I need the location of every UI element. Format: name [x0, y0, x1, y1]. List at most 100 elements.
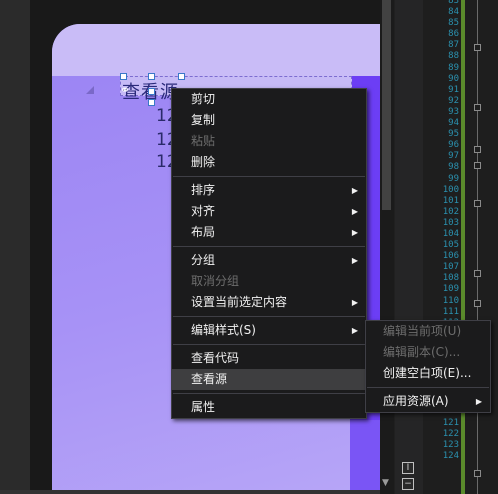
menu-item[interactable]: 复制 [172, 110, 366, 131]
expand-pane-button[interactable]: I [402, 462, 414, 474]
line-number: 121 [442, 417, 459, 428]
line-number: 86 [448, 29, 459, 40]
line-number: 99 [448, 173, 459, 184]
fold-toggle-icon[interactable] [474, 104, 481, 111]
menu-item-label: 对齐 [191, 204, 216, 218]
line-number: 91 [448, 84, 459, 95]
menu-item[interactable]: 删除 [172, 152, 366, 173]
menu-separator [173, 246, 365, 247]
line-number: 90 [448, 73, 459, 84]
line-number: 89 [448, 62, 459, 73]
fold-toggle-icon[interactable] [474, 162, 481, 169]
fold-toggle-icon[interactable] [474, 470, 481, 477]
artboard-header [52, 24, 380, 76]
line-number: 103 [442, 217, 459, 228]
menu-item[interactable]: 布局 ▶ [172, 222, 366, 243]
line-number: 97 [448, 151, 459, 162]
submenu-arrow-icon: ▶ [351, 186, 358, 195]
fold-toggle-icon[interactable] [474, 200, 481, 207]
menu-item[interactable]: 分组 ▶ [172, 250, 366, 271]
line-number: 107 [442, 262, 459, 273]
menu-item-label: 编辑当前项(U) [383, 324, 462, 338]
menu-item[interactable]: 查看代码 [172, 348, 366, 369]
line-number: 85 [448, 18, 459, 29]
submenu-arrow-icon: ▶ [351, 256, 358, 265]
fold-markers [474, 0, 481, 494]
resize-handle[interactable] [148, 73, 155, 80]
menu-item-label: 布局 [191, 225, 216, 239]
menu-separator [367, 387, 489, 388]
menu-item-label: 设置当前选定内容 [191, 295, 288, 309]
line-number: 96 [448, 140, 459, 151]
fold-toggle-icon[interactable] [474, 270, 481, 277]
line-number: 94 [448, 118, 459, 129]
menu-item-label: 剪切 [191, 92, 216, 106]
menu-item-label: 分组 [191, 253, 216, 267]
collapse-pane-button[interactable]: − [402, 478, 414, 490]
menu-item[interactable]: 设置当前选定内容 ▶ [172, 292, 366, 313]
menu-item-label: 应用资源(A) [383, 394, 449, 408]
menu-item-label: 删除 [191, 155, 216, 169]
submenu-arrow-icon: ▶ [351, 228, 358, 237]
line-number: 124 [442, 450, 459, 461]
link-icon: ⚭ [120, 83, 131, 97]
fold-toggle-icon[interactable] [474, 44, 481, 51]
line-number: 102 [442, 206, 459, 217]
menu-item[interactable]: 对齐 ▶ [172, 201, 366, 222]
line-number: 110 [442, 295, 459, 306]
change-marker [461, 0, 465, 494]
resize-handle[interactable] [178, 73, 185, 80]
submenu-item[interactable]: 应用资源(A) ▶ [366, 391, 490, 412]
menu-item-label: 编辑副本(C)... [383, 345, 461, 359]
resize-handle[interactable] [148, 99, 155, 106]
menu-item[interactable]: 剪切 [172, 89, 366, 110]
menu-item-label: 属性 [191, 400, 216, 414]
line-number: 87 [448, 40, 459, 51]
line-number: 105 [442, 240, 459, 251]
artboard-edge-lower [350, 420, 380, 494]
menu-separator [173, 344, 365, 345]
line-number: 92 [448, 95, 459, 106]
submenu-item: 编辑当前项(U) [366, 321, 490, 342]
scrollbar-thumb[interactable] [382, 0, 391, 210]
line-number: 104 [442, 228, 459, 239]
submenu-arrow-icon: ▶ [351, 207, 358, 216]
submenu-item[interactable]: 创建空白项(E)... [366, 363, 490, 384]
menu-item[interactable]: 排序 ▶ [172, 180, 366, 201]
menu-item-label: 复制 [191, 113, 216, 127]
fold-toggle-icon[interactable] [474, 146, 481, 153]
line-number: 84 [448, 7, 459, 18]
line-number: 95 [448, 129, 459, 140]
menu-item[interactable]: 查看源 [172, 369, 366, 390]
line-number: 98 [448, 162, 459, 173]
menu-separator [173, 316, 365, 317]
submenu-arrow-icon: ▶ [475, 397, 482, 406]
context-menu: 剪切 复制 粘贴 删除 排序 ▶ 对齐 ▶ 布局 ▶ 分组 ▶ 取消分组 设置当前选定内容 ▶ 编辑样式(S)… [171, 88, 367, 419]
resize-handle[interactable] [148, 88, 155, 95]
menu-item-label: 取消分组 [191, 274, 240, 288]
menu-item[interactable]: 编辑样式(S) ▶ [172, 320, 366, 341]
menu-item[interactable]: 属性 [172, 397, 366, 418]
collapse-triangle-icon[interactable] [86, 86, 94, 94]
submenu-arrow-icon: ▶ [351, 298, 358, 307]
designer-status-strip [0, 490, 380, 494]
line-number: 93 [448, 106, 459, 117]
fold-toggle-icon[interactable] [474, 300, 481, 307]
menu-item: 粘贴 [172, 131, 366, 152]
menu-separator [173, 176, 365, 177]
style-submenu: 编辑当前项(U) 编辑副本(C)... 创建空白项(E)... 应用资源(A) ▶ [365, 320, 491, 413]
line-number: 123 [442, 439, 459, 450]
line-number: 106 [442, 251, 459, 262]
menu-item-label: 查看代码 [191, 351, 240, 365]
submenu-arrow-icon: ▶ [351, 326, 358, 335]
resize-handle[interactable] [120, 73, 127, 80]
menu-item-label: 排序 [191, 183, 216, 197]
line-number: 83 [448, 0, 459, 6]
menu-item-label: 粘贴 [191, 134, 216, 148]
line-number: 122 [442, 428, 459, 439]
menu-item-label: 创建空白项(E)... [383, 366, 472, 380]
scroll-down-icon[interactable]: ▼ [382, 478, 391, 488]
line-number: 100 [442, 184, 459, 195]
line-number: 88 [448, 51, 459, 62]
split-ruler [395, 0, 423, 494]
